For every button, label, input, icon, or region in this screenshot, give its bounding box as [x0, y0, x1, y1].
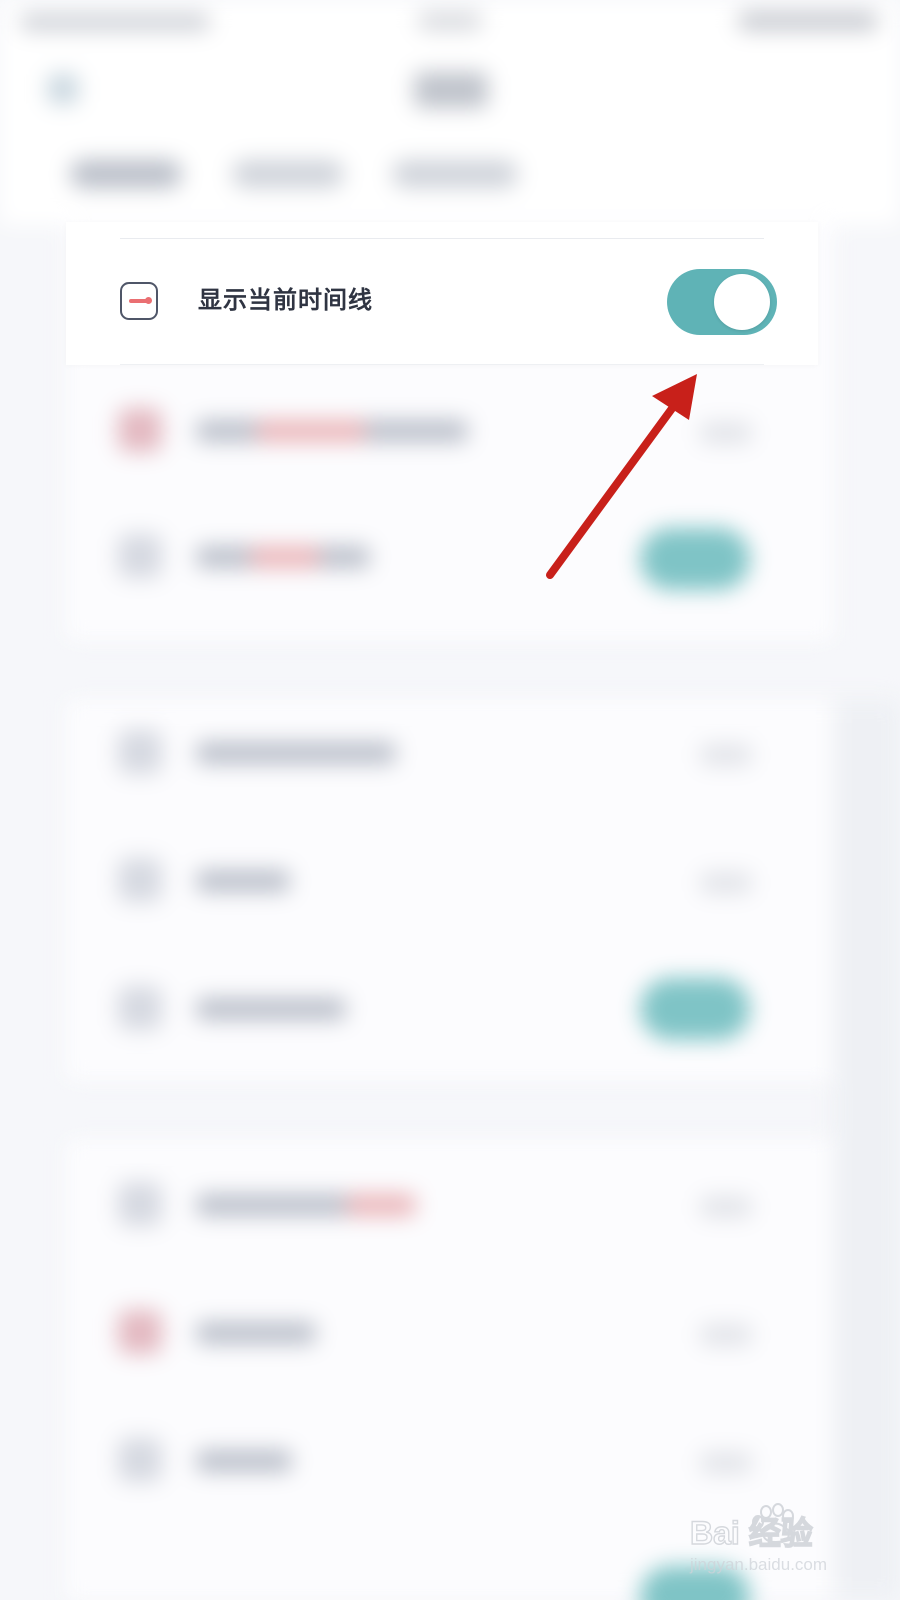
- chevron-right-icon[interactable]: [700, 744, 752, 766]
- setting-icon: [118, 986, 162, 1030]
- toggle-switch[interactable]: [640, 978, 750, 1040]
- watermark-url: jingyan.baidu.com: [689, 1555, 827, 1574]
- divider: [120, 238, 764, 239]
- status-bar-right: [738, 12, 878, 30]
- status-bar-left: [20, 14, 210, 30]
- chevron-right-icon[interactable]: [700, 1324, 752, 1346]
- setting-icon: [118, 1438, 162, 1482]
- timeline-icon: [120, 282, 158, 320]
- status-bar-time: [418, 12, 482, 30]
- settings-screen: 显示当前时间线 Bai 经验 jingyan.baidu.com: [0, 0, 900, 1600]
- chevron-right-icon[interactable]: [700, 1196, 752, 1218]
- setting-icon: [118, 1310, 162, 1354]
- top-bar: [0, 0, 900, 225]
- setting-icon: [118, 1182, 162, 1226]
- divider: [120, 364, 764, 365]
- tab-3[interactable]: [392, 160, 518, 188]
- back-arrow-icon[interactable]: [48, 74, 78, 104]
- setting-label: [196, 998, 346, 1020]
- setting-icon: [118, 858, 162, 902]
- tab-1[interactable]: [70, 160, 182, 188]
- setting-label: [196, 1450, 292, 1472]
- show-current-timeline-row[interactable]: 显示当前时间线: [66, 222, 818, 365]
- setting-label: 显示当前时间线: [198, 287, 373, 314]
- setting-label: [196, 870, 290, 892]
- toggle-switch[interactable]: [640, 528, 750, 590]
- right-edge: [834, 700, 900, 1600]
- page-title: [414, 72, 488, 108]
- tab-2[interactable]: [232, 160, 344, 188]
- show-timeline-toggle[interactable]: [667, 269, 777, 335]
- setting-label: [196, 1194, 416, 1216]
- chevron-right-icon[interactable]: [700, 1452, 752, 1474]
- setting-icon: [118, 730, 162, 774]
- setting-label: [196, 420, 468, 442]
- setting-label: [196, 1322, 316, 1344]
- setting-icon: [118, 534, 162, 578]
- setting-label: [196, 742, 396, 764]
- watermark-brand: Bai 经验: [690, 1515, 813, 1551]
- setting-icon: [118, 408, 162, 452]
- baidu-jingyan-watermark: Bai 经验 jingyan.baidu.com: [689, 1503, 827, 1574]
- chevron-right-icon[interactable]: [700, 872, 752, 894]
- chevron-right-icon[interactable]: [700, 422, 752, 444]
- setting-label: [196, 546, 370, 568]
- toggle-knob: [714, 274, 770, 330]
